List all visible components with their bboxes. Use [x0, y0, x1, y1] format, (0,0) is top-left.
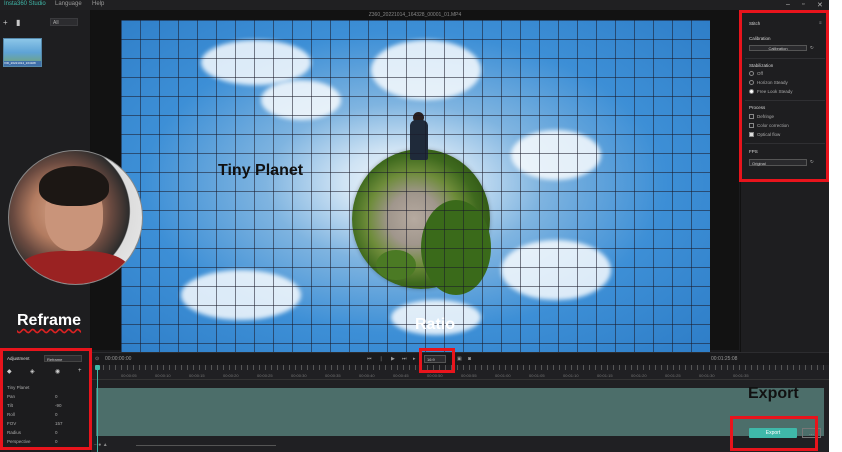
section-title: Tiny Planet — [7, 385, 30, 390]
param-fov-label: FOV — [7, 421, 17, 426]
maximize-icon[interactable]: ▫ — [802, 1, 804, 8]
param-fov-value[interactable]: 157 — [55, 421, 63, 426]
export-annotation: Export — [748, 385, 799, 402]
fullscreen-icon[interactable]: ▣ — [457, 356, 462, 362]
menu-icon[interactable]: ≡ — [819, 20, 822, 25]
fps-select[interactable]: Original — [749, 159, 807, 166]
media-filter-select[interactable]: All — [50, 18, 78, 26]
calibration-button[interactable]: Calibration — [749, 45, 807, 51]
snapshot-icon[interactable]: ◙ — [468, 356, 471, 362]
current-time: 00:00:00:00 — [105, 356, 132, 362]
preview-area: Z360_20221014_164328_00001_01.MP4 — [91, 10, 739, 360]
view-icon[interactable]: ◈ — [30, 368, 35, 375]
close-icon[interactable]: ✕ — [817, 1, 823, 9]
param-roll-label: Roll — [7, 412, 15, 417]
playback-bar: ⊙ 00:00:00:00 ⏮ ❘ ▶ ⏭ ▸ 16:9 ▣ ◙ 00:01:2… — [91, 352, 829, 366]
prev-frame-icon[interactable]: ⏮ — [367, 356, 372, 362]
ratio-annotation: Ratio — [415, 316, 455, 333]
param-pan-value[interactable]: 0 — [55, 394, 58, 399]
step-back-icon[interactable]: ❘ — [379, 356, 383, 362]
video-track[interactable] — [96, 388, 824, 436]
next-frame-icon[interactable]: ▸ — [413, 356, 416, 362]
stab-option-off[interactable]: Off — [749, 71, 763, 77]
ratio-select[interactable]: 16:9 — [424, 355, 446, 363]
app-window: Insta360 Studio Language Help – ▫ ✕ + ▮ … — [0, 0, 829, 452]
timeline[interactable]: 00:00:05 00:00:10 00:00:15 00:00:20 00:0… — [91, 365, 829, 452]
export-button[interactable]: Export — [749, 428, 797, 438]
minimize-icon[interactable]: – — [786, 1, 790, 8]
param-radius-value[interactable]: 0 — [55, 430, 58, 435]
stab-option-freelook[interactable]: Free Look Steady — [749, 89, 793, 95]
plus-icon[interactable]: + — [3, 18, 8, 27]
media-clip-name: VID_20221014_164328 — [4, 61, 41, 66]
file-title: Z360_20221014_164328_00001_01.MP4 — [368, 12, 462, 18]
fps-label: FPS — [749, 149, 758, 154]
fps-reset-icon[interactable]: ↻ — [810, 159, 814, 165]
process-label: Process — [749, 105, 766, 110]
playback-settings-icon[interactable]: ⊙ — [95, 356, 99, 362]
param-pan-label: Pan — [7, 394, 16, 399]
adjustment-mode-select[interactable]: Reframe — [44, 355, 82, 362]
export-more-button[interactable]: … — [802, 428, 821, 438]
app-logo: Insta360 Studio — [4, 1, 46, 7]
keyframe-icon[interactable]: ◆ — [7, 368, 12, 375]
tiny-planet-annotation: Tiny Planet — [218, 162, 304, 179]
param-radius-label: Radius — [7, 430, 22, 435]
webcam-overlay — [8, 150, 143, 285]
param-tilt-value[interactable]: -90 — [55, 403, 62, 408]
reset-icon[interactable]: ↻ — [810, 45, 814, 51]
playhead[interactable] — [95, 365, 100, 452]
target-icon[interactable]: ◉ — [55, 368, 60, 375]
add-icon[interactable]: + — [78, 368, 82, 374]
param-roll-value[interactable]: 0 — [55, 412, 58, 417]
param-tilt-label: Tilt — [7, 403, 13, 408]
reframe-annotation: Reframe — [17, 312, 82, 329]
menu-language[interactable]: Language — [55, 1, 82, 7]
calibration-label: Calibration — [749, 36, 771, 41]
play-icon[interactable]: ▶ — [391, 356, 395, 362]
adjustment-label: Adjustment — [7, 356, 30, 361]
process-optical-flow[interactable]: Optical flow — [749, 132, 780, 138]
video-preview[interactable] — [121, 20, 710, 360]
stabilization-label: Stabilization — [749, 63, 774, 68]
timeline-ruler[interactable]: 00:00:05 00:00:10 00:00:15 00:00:20 00:0… — [91, 365, 829, 380]
stitch-panel: Stitch ≡ Calibration Calibration ↻ Stabi… — [740, 10, 829, 352]
media-clip-thumbnail[interactable]: VID_20221014_164328 — [3, 38, 42, 67]
step-forward-icon[interactable]: ⏭ — [402, 356, 407, 362]
param-perspective-label: Perspective — [7, 439, 31, 444]
process-defringe[interactable]: Defringe — [749, 114, 774, 120]
process-color-correction[interactable]: Color correction — [749, 123, 789, 129]
stitch-title: Stitch — [749, 21, 761, 26]
total-time: 00:01:25:08 — [711, 356, 738, 362]
menu-bar: Insta360 Studio Language Help – ▫ ✕ — [0, 0, 829, 10]
grid-overlay — [121, 20, 710, 360]
zoom-controls[interactable]: − ● ▲ — [94, 442, 234, 450]
zoom-slider[interactable] — [136, 445, 276, 446]
trash-icon[interactable]: ▮ — [16, 18, 20, 27]
adjustment-panel: Adjustment Reframe ◆ ◈ ◉ + Tiny Planet P… — [0, 352, 91, 452]
menu-help[interactable]: Help — [92, 1, 104, 7]
stab-option-horizon[interactable]: Horizon Steady — [749, 80, 788, 86]
param-perspective-value[interactable]: 0 — [55, 439, 58, 444]
